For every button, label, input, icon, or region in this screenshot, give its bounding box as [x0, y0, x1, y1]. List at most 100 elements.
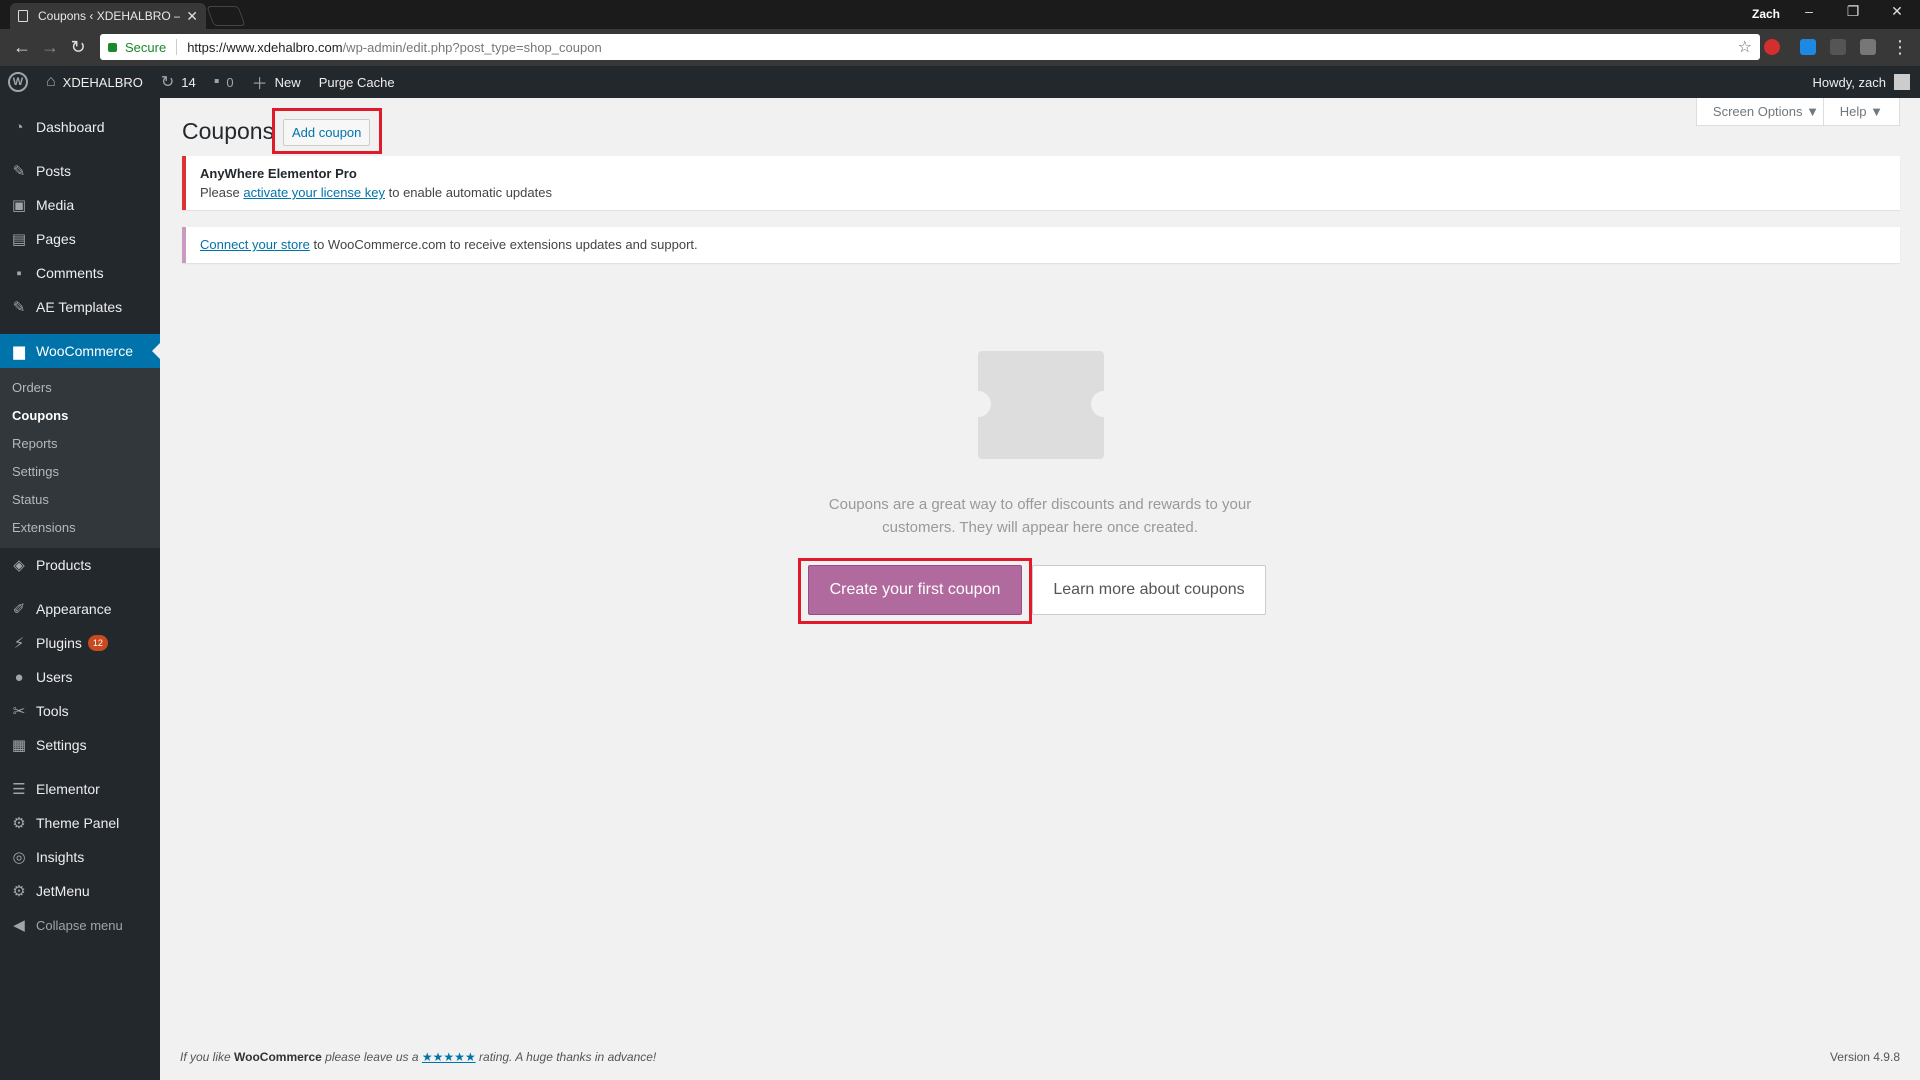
- gear-icon: ⚙: [12, 815, 26, 832]
- submenu-item-coupons[interactable]: Coupons: [0, 402, 160, 430]
- notice-text: to enable automatic updates: [385, 185, 552, 200]
- woocommerce-icon: ▆: [13, 343, 25, 360]
- sidebar-item-theme-panel[interactable]: ⚙ Theme Panel: [0, 806, 160, 840]
- submenu-item-settings[interactable]: Settings: [0, 458, 160, 486]
- adminbar-comments[interactable]: ▪ 0: [214, 73, 234, 91]
- reload-icon[interactable]: ↻: [66, 36, 90, 58]
- bookmark-star-icon[interactable]: ☆: [1738, 37, 1752, 57]
- sidebar-item-ae-templates[interactable]: ✎ AE Templates: [0, 290, 160, 324]
- empty-state-line: Coupons are a great way to offer discoun…: [828, 496, 1252, 513]
- sidebar-item-tools[interactable]: ✂ Tools: [0, 694, 160, 728]
- browser-titlebar: Coupons ‹ XDEHALBRO – ✕ Zach – ❐ ✕: [0, 0, 1920, 29]
- sidebar-item-label: Dashboard: [36, 119, 105, 135]
- sidebar-item-label: AE Templates: [36, 299, 123, 315]
- sidebar-item-label: Tools: [36, 703, 69, 719]
- lock-icon: [108, 42, 117, 52]
- sidebar-item-comments[interactable]: ▪ Comments: [0, 256, 160, 290]
- notice-text: Please: [200, 185, 244, 200]
- browser-tab[interactable]: Coupons ‹ XDEHALBRO – ✕: [10, 3, 206, 29]
- sidebar-item-plugins[interactable]: ⚡ Plugins 12: [0, 626, 160, 660]
- woocommerce-submenu: Orders Coupons Reports Settings Status E…: [0, 368, 160, 548]
- dashboard-icon: ◔: [14, 118, 24, 136]
- admin-sidebar: ◔ Dashboard ✎ Posts ▣ Media ▤ Pages ▪ Co…: [0, 98, 160, 1080]
- notice-title: AnyWhere Elementor Pro: [200, 166, 357, 181]
- new-label: New: [274, 74, 301, 90]
- help-button[interactable]: Help ▼: [1822, 98, 1900, 126]
- rating-stars-link[interactable]: ★★★★★: [422, 1050, 476, 1064]
- back-icon[interactable]: ←: [10, 36, 34, 58]
- collapse-menu-button[interactable]: ◀ Collapse menu: [0, 908, 160, 942]
- extension-flag-icon[interactable]: [1830, 39, 1846, 55]
- extension-shield-icon[interactable]: [1764, 39, 1780, 55]
- submenu-item-status[interactable]: Status: [0, 486, 160, 514]
- sidebar-item-label: Settings: [36, 737, 87, 753]
- sidebar-item-settings[interactable]: ▦ Settings: [0, 728, 160, 762]
- tab-title: Coupons ‹ XDEHALBRO –: [38, 9, 181, 23]
- gear-icon: ⚙: [12, 883, 26, 900]
- url-host: https://www.xdehalbro.com: [187, 39, 343, 55]
- connect-store-notice: Connect your store to WooCommerce.com to…: [182, 227, 1900, 263]
- url-path: /wp-admin/edit.php?post_type=shop_coupon: [342, 39, 602, 55]
- purge-label: Purge Cache: [318, 74, 395, 90]
- comments-count: 0: [226, 74, 234, 90]
- close-tab-icon[interactable]: ✕: [186, 8, 198, 25]
- sidebar-item-label: Media: [36, 197, 75, 213]
- sidebar-item-pages[interactable]: ▤ Pages: [0, 222, 160, 256]
- sidebar-item-insights[interactable]: ◎ Insights: [0, 840, 160, 874]
- minimize-icon[interactable]: –: [1794, 3, 1824, 19]
- submenu-item-reports[interactable]: Reports: [0, 430, 160, 458]
- connect-store-link[interactable]: Connect your store: [200, 237, 310, 252]
- products-box-icon: ◈: [13, 557, 25, 574]
- extension-camera-icon[interactable]: [1860, 39, 1876, 55]
- updates-count: 14: [181, 74, 196, 90]
- address-bar[interactable]: Secure https://www.xdehalbro.com /wp-adm…: [100, 34, 1760, 60]
- media-icon: ▣: [11, 197, 27, 214]
- sidebar-item-products[interactable]: ◈ Products: [0, 548, 160, 582]
- sidebar-item-elementor[interactable]: ☰ Elementor: [0, 772, 160, 806]
- learn-more-coupons-button[interactable]: Learn more about coupons: [1032, 565, 1266, 615]
- wordpress-logo-icon[interactable]: W: [8, 72, 28, 92]
- sidebar-item-woocommerce[interactable]: ▆ WooCommerce: [0, 334, 160, 368]
- forward-icon[interactable]: →: [38, 36, 62, 58]
- sidebar-item-label: Elementor: [36, 781, 100, 797]
- adminbar-site[interactable]: ⌂ XDEHALBRO: [46, 73, 143, 91]
- activate-license-link[interactable]: activate your license key: [243, 185, 385, 200]
- sidebar-item-label: Products: [36, 557, 92, 573]
- sidebar-item-label: Theme Panel: [36, 815, 120, 831]
- sidebar-item-posts[interactable]: ✎ Posts: [0, 154, 160, 188]
- site-name: XDEHALBRO: [62, 74, 143, 90]
- submenu-item-extensions[interactable]: Extensions: [0, 514, 160, 542]
- footer-brand: WooCommerce: [234, 1050, 322, 1064]
- sidebar-item-dashboard[interactable]: ◔ Dashboard: [0, 110, 160, 144]
- sidebar-item-label: Comments: [36, 265, 104, 281]
- restore-icon[interactable]: ❐: [1838, 3, 1868, 20]
- submenu-item-orders[interactable]: Orders: [0, 374, 160, 402]
- screen-options-button[interactable]: Screen Options ▼: [1695, 98, 1836, 126]
- secure-label: Secure: [125, 39, 167, 55]
- pages-icon: ▤: [11, 231, 27, 248]
- version-text: Version 4.9.8: [1829, 1050, 1900, 1064]
- extension-pen-icon[interactable]: [1800, 39, 1816, 55]
- elementor-icon: ☰: [12, 781, 26, 798]
- adminbar-purge-cache[interactable]: Purge Cache: [319, 75, 395, 90]
- new-tab-button[interactable]: [206, 6, 246, 26]
- sidebar-item-label: Plugins: [36, 635, 82, 651]
- window-user[interactable]: Zach: [1752, 7, 1780, 21]
- sidebar-item-appearance[interactable]: ✐ Appearance: [0, 592, 160, 626]
- browser-menu-icon[interactable]: ⋮: [1888, 36, 1912, 58]
- sidebar-item-jetmenu[interactable]: ⚙ JetMenu: [0, 874, 160, 908]
- close-window-icon[interactable]: ✕: [1882, 3, 1912, 20]
- home-icon: ⌂: [46, 73, 56, 90]
- sidebar-item-label: Users: [36, 669, 73, 685]
- avatar: [1894, 74, 1910, 90]
- sidebar-item-label: Insights: [36, 849, 85, 865]
- sidebar-item-media[interactable]: ▣ Media: [0, 188, 160, 222]
- sidebar-item-users[interactable]: ● Users: [0, 660, 160, 694]
- sidebar-item-label: Pages: [36, 231, 76, 247]
- plugins-update-badge: 12: [87, 635, 108, 651]
- adminbar-new[interactable]: ＋ New: [252, 70, 301, 94]
- adminbar-account[interactable]: Howdy, zach: [1813, 66, 1910, 98]
- empty-state-line: customers. They will appear here once cr…: [882, 519, 1198, 536]
- adminbar-updates[interactable]: ↻ 14: [161, 72, 196, 92]
- insights-icon: ◎: [12, 849, 26, 866]
